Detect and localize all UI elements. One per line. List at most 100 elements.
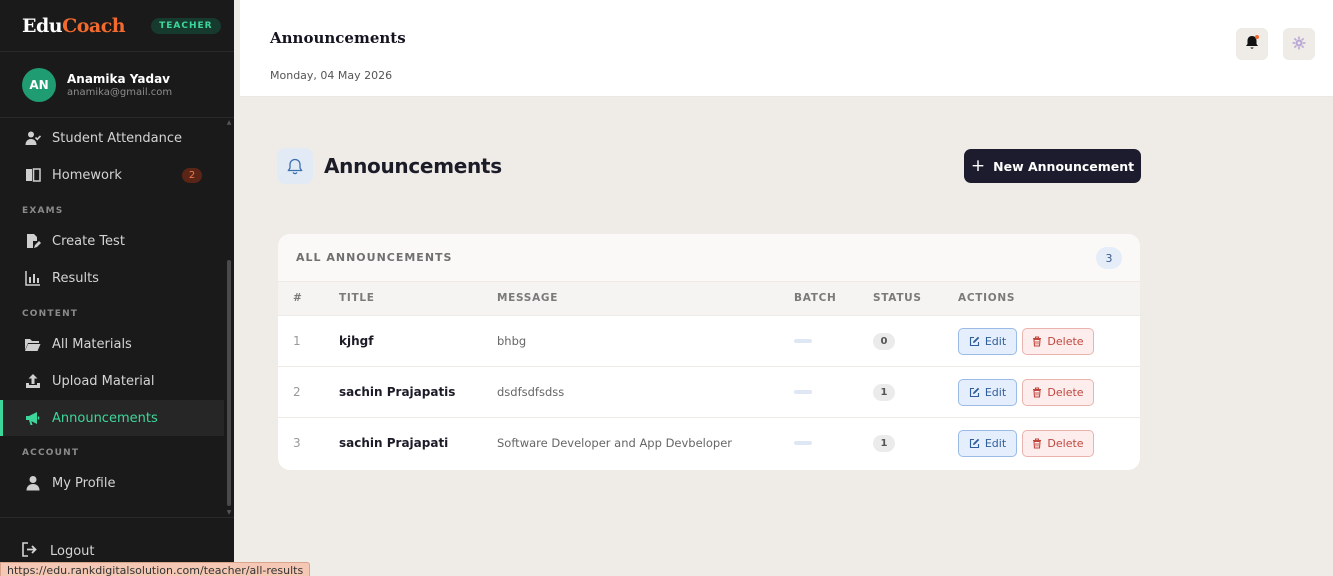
sidebar-item-announcements[interactable]: Announcements — [0, 400, 224, 436]
col-header-actions: ACTIONS — [958, 292, 1016, 304]
notifications-button[interactable] — [1236, 28, 1268, 60]
brand-bar: EduCoach TEACHER — [0, 0, 234, 52]
row-message: dsdfsdfsdss — [497, 385, 565, 399]
page-title: Announcements — [270, 29, 406, 47]
table-row: 3 sachin Prajapati Software Developer an… — [278, 418, 1140, 469]
user-name: Anamika Yadav — [67, 71, 170, 86]
sidebar-item-label: All Materials — [52, 336, 132, 352]
delete-label: Delete — [1047, 335, 1084, 348]
announcements-card: ALL ANNOUNCEMENTS 3 # TITLE MESSAGE BATC… — [278, 234, 1140, 470]
table-row: 1 kjhgf bhbg 0 Edit Delete — [278, 316, 1140, 367]
sidebar-item-my-profile[interactable]: My Profile — [0, 465, 224, 501]
notification-dot — [1255, 35, 1259, 39]
row-message: bhbg — [497, 334, 527, 348]
table-row: 2 sachin Prajapatis dsdfsdfsdss 1 Edit D… — [278, 367, 1140, 418]
edit-button[interactable]: Edit — [958, 379, 1017, 406]
sidebar-item-results[interactable]: Results — [0, 260, 224, 296]
gear-icon — [1292, 35, 1306, 54]
trash-icon — [1032, 336, 1042, 347]
edit-icon — [969, 438, 980, 449]
sidebar-item-homework[interactable]: Homework 2 — [0, 157, 224, 193]
homework-count-badge: 2 — [182, 167, 202, 183]
user-icon — [24, 475, 41, 492]
file-edit-icon — [24, 233, 41, 250]
logo-part2: Coach — [62, 14, 126, 37]
sidebar-scrollbar[interactable]: ▲ ▼ — [226, 120, 232, 516]
page-date: Monday, 04 May 2026 — [270, 69, 393, 82]
status-badge: 0 — [873, 333, 895, 350]
edit-label: Edit — [984, 437, 1007, 450]
logo-part1: Edu — [22, 14, 63, 37]
new-announcement-label: New Announcement — [993, 158, 1135, 174]
new-announcement-button[interactable]: + New Announcement — [964, 149, 1141, 183]
announcement-count-badge: 3 — [1096, 247, 1122, 269]
sidebar-item-create-test[interactable]: Create Test — [0, 223, 224, 259]
section-label-content: CONTENT — [22, 309, 79, 319]
section-heading: Announcements — [277, 148, 502, 184]
book-icon — [24, 167, 41, 184]
card-title: ALL ANNOUNCEMENTS — [296, 251, 453, 264]
delete-button[interactable]: Delete — [1022, 430, 1094, 457]
delete-label: Delete — [1047, 386, 1084, 399]
role-badge: TEACHER — [151, 17, 221, 34]
col-header-message: MESSAGE — [497, 292, 559, 304]
bell-outline-icon — [277, 148, 313, 184]
folder-icon — [24, 336, 41, 353]
batch-placeholder — [794, 390, 812, 394]
sidebar-item-label: Student Attendance — [52, 130, 183, 146]
scroll-up-arrow-icon[interactable]: ▲ — [226, 120, 232, 126]
sidebar-item-upload-material[interactable]: Upload Material — [0, 363, 224, 399]
trash-icon — [1032, 438, 1042, 449]
delete-button[interactable]: Delete — [1022, 379, 1094, 406]
sidebar-item-all-materials[interactable]: All Materials — [0, 326, 224, 362]
sidebar-item-student-attendance[interactable]: Student Attendance — [0, 120, 224, 156]
logout-label: Logout — [50, 544, 95, 559]
sidebar-footer: Logout — [0, 517, 234, 559]
col-header-status: STATUS — [873, 292, 922, 304]
top-header: Announcements Monday, 04 May 2026 — [240, 0, 1333, 97]
sidebar-item-label: Results — [52, 270, 99, 286]
megaphone-icon — [24, 410, 41, 427]
row-number: 3 — [293, 436, 301, 450]
card-header: ALL ANNOUNCEMENTS 3 — [278, 234, 1140, 282]
sidebar-item-label: Homework — [52, 167, 122, 183]
scroll-down-arrow-icon[interactable]: ▼ — [226, 510, 232, 516]
row-message: Software Developer and App Devbeloper — [497, 436, 733, 450]
section-label-exams: EXAMS — [22, 206, 64, 216]
scrollbar-thumb[interactable] — [227, 260, 231, 506]
section-title: Announcements — [324, 154, 502, 178]
avatar: AN — [22, 67, 56, 102]
sidebar-item-label: My Profile — [52, 475, 116, 491]
row-number: 2 — [293, 385, 301, 399]
status-badge: 1 — [873, 384, 895, 401]
upload-icon — [24, 373, 41, 390]
row-title: sachin Prajapatis — [339, 385, 456, 399]
bar-chart-icon — [24, 270, 41, 287]
delete-button[interactable]: Delete — [1022, 328, 1094, 355]
user-check-icon — [24, 130, 41, 147]
edit-button[interactable]: Edit — [958, 328, 1017, 355]
trash-icon — [1032, 387, 1042, 398]
browser-status-url: https://edu.rankdigitalsolution.com/teac… — [0, 562, 311, 576]
edit-button[interactable]: Edit — [958, 430, 1017, 457]
user-card[interactable]: AN Anamika Yadav anamika@gmail.com — [0, 52, 234, 118]
edit-icon — [969, 336, 980, 347]
col-header-num: # — [293, 292, 303, 304]
logout-icon — [22, 542, 38, 561]
sidebar-item-label: Announcements — [52, 410, 158, 426]
edit-label: Edit — [984, 335, 1007, 348]
plus-icon: + — [970, 155, 986, 176]
settings-button[interactable] — [1283, 28, 1315, 60]
delete-label: Delete — [1047, 437, 1084, 450]
row-title: sachin Prajapati — [339, 436, 449, 450]
sidebar-item-label: Create Test — [52, 233, 125, 249]
logout-button[interactable]: Logout — [22, 542, 95, 561]
row-title: kjhgf — [339, 334, 374, 348]
batch-placeholder — [794, 339, 812, 343]
logo[interactable]: EduCoach — [22, 14, 126, 37]
section-label-account: ACCOUNT — [22, 448, 80, 458]
col-header-batch: BATCH — [794, 292, 837, 304]
edit-label: Edit — [984, 386, 1007, 399]
row-number: 1 — [293, 334, 301, 348]
col-header-title: TITLE — [339, 292, 375, 304]
